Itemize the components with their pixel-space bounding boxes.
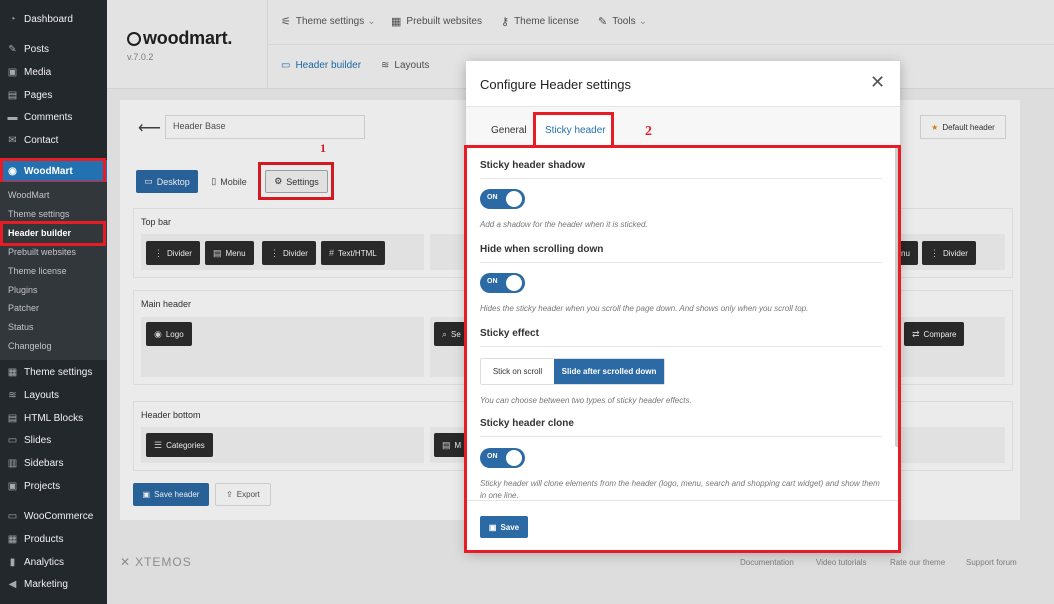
annotation-number-2: 2 — [645, 124, 652, 139]
submenu-theme-license[interactable]: Theme license — [0, 261, 107, 280]
menu-comments[interactable]: ▬ Comments — [0, 106, 107, 128]
menu-projects[interactable]: ▣ Projects — [0, 475, 107, 497]
menu-layouts[interactable]: ≋ Layouts — [0, 384, 107, 406]
menu-marketing[interactable]: ◀ Marketing — [0, 573, 107, 595]
close-icon[interactable]: ✕ — [870, 73, 885, 91]
page-icon: ▤ — [7, 89, 18, 101]
menu-dashboard[interactable]: ◔ Dashboard — [0, 8, 107, 30]
submenu-status[interactable]: Status — [0, 317, 107, 336]
menu-pages[interactable]: ▤ Pages — [0, 84, 107, 106]
dashboard-icon: ◔ — [9, 13, 16, 25]
menu-html-blocks[interactable]: ▤ HTML Blocks — [0, 407, 107, 429]
menu-slides[interactable]: ▭ Slides — [0, 429, 107, 451]
layers-icon: ≋ — [8, 389, 17, 401]
menu-analytics[interactable]: ▮ Analytics — [0, 551, 107, 573]
menu-contact[interactable]: ✉ Contact — [0, 129, 107, 151]
submenu-plugins[interactable]: Plugins — [0, 280, 107, 299]
products-icon: ▦ — [7, 533, 18, 545]
sidebar-icon: ▥ — [7, 457, 18, 469]
media-icon: ▣ — [7, 66, 18, 78]
settings-icon: ▦ — [7, 366, 18, 378]
comment-icon: ▬ — [7, 111, 18, 123]
tab-general[interactable]: General — [491, 125, 527, 136]
submenu-changelog[interactable]: Changelog — [0, 336, 107, 355]
submenu-patcher[interactable]: Patcher — [0, 298, 107, 317]
menu-sidebars[interactable]: ▥ Sidebars — [0, 452, 107, 474]
analytics-icon: ▮ — [9, 556, 16, 568]
modal-tabs — [466, 107, 900, 147]
annotation-box-sticky-settings — [464, 145, 901, 553]
wp-admin-sidebar: ◔ Dashboard ✎ Posts ▣ Media ▤ Pages ▬ Comment… — [0, 0, 107, 604]
menu-theme-settings[interactable]: ▦ Theme settings — [0, 361, 107, 383]
menu-woocommerce[interactable]: ▭ WooCommerce — [0, 505, 107, 527]
menu-media[interactable]: ▣ Media — [0, 61, 107, 83]
slides-icon: ▭ — [7, 434, 18, 446]
menu-products[interactable]: ▦ Products — [0, 528, 107, 550]
submenu-prebuilt-websites[interactable]: Prebuilt websites — [0, 242, 107, 261]
annotation-box-sticky-tab — [533, 112, 614, 148]
submenu-woodmart[interactable]: WoodMart — [0, 185, 107, 204]
annotation-box-woodmart — [0, 158, 106, 184]
woo-icon: ▭ — [7, 510, 18, 522]
mail-icon: ✉ — [8, 134, 17, 146]
html-icon: ▤ — [7, 412, 18, 424]
megaphone-icon: ◀ — [8, 578, 17, 590]
projects-icon: ▣ — [7, 480, 18, 492]
pin-icon: ✎ — [8, 43, 17, 55]
modal-title: Configure Header settings — [480, 77, 632, 92]
menu-posts[interactable]: ✎ Posts — [0, 38, 107, 60]
